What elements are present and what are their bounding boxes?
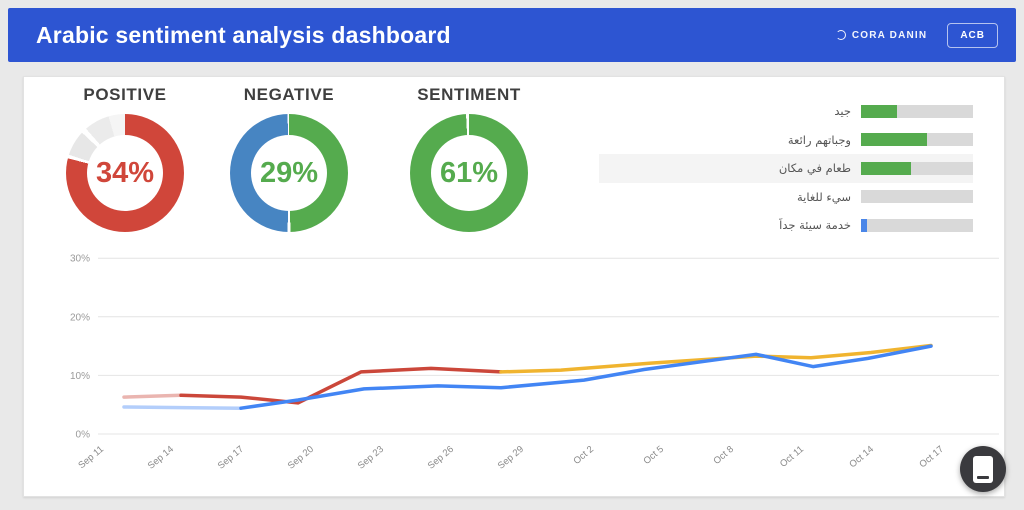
x-tick-label: Oct 8 xyxy=(711,444,735,467)
x-tick-label: Oct 14 xyxy=(847,444,876,470)
x-tick-label: Oct 11 xyxy=(778,444,806,470)
x-tick-label: Sep 23 xyxy=(356,444,386,472)
line-trend-blue-faded xyxy=(122,405,243,410)
header-actions: CORA DANIN ACB xyxy=(835,22,998,48)
x-tick-label: Sep 11 xyxy=(76,444,106,471)
language-button[interactable]: ACB xyxy=(947,22,998,48)
header-action-label: CORA DANIN xyxy=(851,29,928,41)
chat-fab-button[interactable] xyxy=(960,446,1006,492)
x-tick-label: Oct 2 xyxy=(571,444,595,467)
refresh-icon xyxy=(835,30,846,40)
sentiment-trend-chart: 0% 10% 20% 30% Sep 11 Sep 14 Sep 17 Sep 20 Sep 2… xyxy=(70,254,999,472)
x-tick-label: Sep 20 xyxy=(286,444,316,472)
x-tick-label: Oct 5 xyxy=(641,444,665,467)
x-tick-label: Sep 14 xyxy=(146,444,176,472)
y-tick-label: 0% xyxy=(76,430,91,441)
x-tick-label: Sep 29 xyxy=(496,444,526,472)
dashboard-card: POSITIVE 34% NEGATIVE 29% SENTIMENT 61% جيد وج… xyxy=(23,76,1006,497)
app-header: Arabic sentiment analysis dashboard CORA… xyxy=(8,8,1016,62)
y-tick-label: 10% xyxy=(70,371,90,382)
y-tick-label: 30% xyxy=(70,254,90,265)
line-trend-red-faded xyxy=(122,393,183,399)
page-title: Arabic sentiment analysis dashboard xyxy=(36,21,451,48)
phone-icon xyxy=(973,455,993,483)
x-tick-label: Sep 17 xyxy=(216,444,246,472)
x-tick-label: Oct 17 xyxy=(917,444,946,470)
phone-home-bar xyxy=(977,475,989,479)
y-tick-label: 20% xyxy=(70,312,90,323)
header-action[interactable]: CORA DANIN xyxy=(835,29,928,41)
x-tick-label: Sep 26 xyxy=(426,444,456,472)
